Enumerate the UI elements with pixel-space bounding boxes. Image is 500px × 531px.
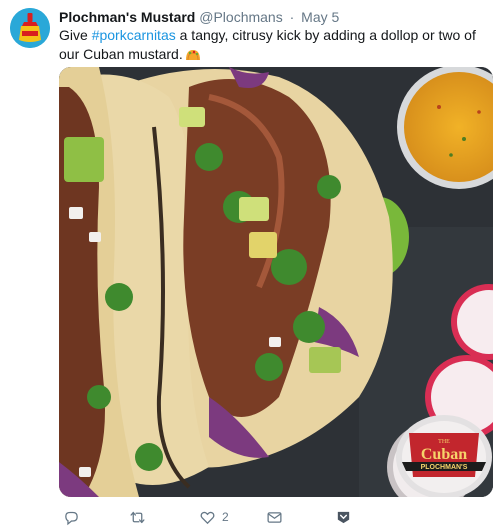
- reply-button[interactable]: [63, 506, 86, 528]
- jar-label-small: THE: [438, 439, 450, 445]
- direct-message-button[interactable]: [266, 506, 283, 528]
- retweet-button[interactable]: [129, 506, 152, 528]
- retweet-icon: [130, 511, 145, 523]
- more-options-button[interactable]: [335, 506, 352, 528]
- avatar[interactable]: [10, 8, 50, 48]
- timestamp[interactable]: May 5: [301, 9, 339, 25]
- tweet-actions: 2: [59, 506, 359, 528]
- heart-icon: [200, 511, 215, 524]
- like-count: 2: [222, 510, 229, 524]
- reply-icon: [65, 511, 78, 525]
- tacos-photo: THE Cuban PLOCHMAN'S: [59, 67, 493, 497]
- tweet-text-start: Give: [59, 27, 92, 43]
- display-name[interactable]: Plochman's Mustard: [59, 9, 195, 25]
- tweet-photo[interactable]: THE Cuban PLOCHMAN'S: [59, 67, 493, 497]
- tweet: Plochman's Mustard @Plochmans · May 5 Gi…: [0, 0, 500, 531]
- tweet-header: Plochman's Mustard @Plochmans · May 5: [59, 8, 339, 26]
- mustard-bottle-icon: [10, 8, 50, 48]
- handle[interactable]: @Plochmans: [199, 9, 282, 25]
- hashtag-link[interactable]: #porkcarnitas: [92, 27, 176, 43]
- separator-dot: ·: [289, 9, 295, 25]
- cuban-mustard-jar: THE Cuban PLOCHMAN'S: [396, 415, 492, 497]
- taco-emoji-icon: [185, 47, 201, 66]
- chevron-down-icon: [337, 511, 350, 523]
- tweet-text: Give #porkcarnitas a tangy, citrusy kick…: [59, 26, 479, 66]
- jar-label-bottom: PLOCHMAN'S: [421, 464, 468, 471]
- jar-label-top: Cuban: [421, 446, 467, 463]
- envelope-icon: [267, 511, 282, 523]
- like-button[interactable]: 2: [199, 506, 229, 528]
